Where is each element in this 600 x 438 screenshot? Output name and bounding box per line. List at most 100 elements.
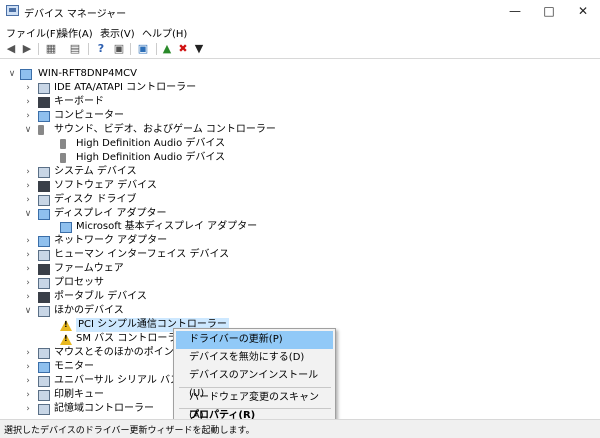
ide-controller-icon bbox=[38, 82, 50, 94]
chevron-down-icon[interactable]: ∨ bbox=[24, 123, 32, 137]
chevron-right-icon[interactable]: › bbox=[24, 290, 32, 304]
tree-category-row[interactable]: › プロセッサ bbox=[0, 276, 330, 290]
chevron-right-icon[interactable]: › bbox=[24, 193, 32, 207]
tree-item-label: システム デバイス bbox=[54, 165, 137, 177]
menu-separator bbox=[179, 387, 331, 388]
tree-item-label: 印刷キュー bbox=[54, 388, 104, 400]
tree-item-label: ほかのデバイス bbox=[54, 305, 124, 317]
firmware-icon bbox=[38, 264, 50, 276]
storage-controller-icon bbox=[38, 403, 50, 415]
tree-category-row[interactable]: › ファームウェア bbox=[0, 262, 330, 276]
tree-item-label: モニター bbox=[54, 360, 94, 372]
keyboard-icon bbox=[38, 96, 50, 108]
properties-icon[interactable]: ▤ bbox=[68, 42, 82, 56]
title-bar: デバイス マネージャー — □ ✕ bbox=[0, 0, 600, 22]
tree-category-row[interactable]: › システム デバイス bbox=[0, 165, 330, 179]
tree-category-row[interactable]: › ヒューマン インターフェイス デバイス bbox=[0, 248, 330, 262]
show-hide-tree-icon[interactable]: ▦ bbox=[44, 42, 58, 56]
tree-item-label: ファームウェア bbox=[54, 263, 124, 275]
toolbar-divider bbox=[156, 43, 157, 55]
toolbar-divider bbox=[88, 43, 89, 55]
other-device-icon bbox=[38, 306, 50, 318]
menu-disable-device[interactable]: デバイスを無効にする(D) bbox=[176, 349, 333, 367]
tree-root[interactable]: ∨ WIN-RFT8DNP4MCV bbox=[0, 67, 300, 81]
window-title: デバイス マネージャー bbox=[24, 9, 127, 20]
device-manager-icon bbox=[6, 5, 19, 16]
minimize-button[interactable]: — bbox=[498, 0, 532, 22]
display-adapter-icon bbox=[38, 208, 50, 220]
tree-item-label: ヒューマン インターフェイス デバイス bbox=[54, 249, 230, 261]
chevron-right-icon[interactable]: › bbox=[24, 346, 32, 360]
chevron-right-icon[interactable]: › bbox=[24, 248, 32, 262]
uninstall-icon[interactable]: ✖ bbox=[176, 42, 190, 56]
menu-scan-hardware[interactable]: ハードウェア変更のスキャン(A) bbox=[176, 389, 333, 421]
tree-child-row[interactable]: High Definition Audio デバイス bbox=[0, 137, 330, 151]
chevron-right-icon[interactable]: › bbox=[24, 179, 32, 193]
add-driver-icon[interactable]: ▲ bbox=[160, 42, 174, 56]
update-driver-icon[interactable]: ▼ bbox=[192, 42, 206, 56]
tree-root-label: WIN-RFT8DNP4MCV bbox=[38, 68, 137, 79]
menu-update-driver[interactable]: ドライバーの更新(P) bbox=[176, 331, 333, 349]
tree-item-label: コンピューター bbox=[54, 109, 124, 121]
menu-uninstall-device[interactable]: デバイスのアンインストール(U) bbox=[176, 367, 333, 399]
menu-view[interactable]: 表示(V) bbox=[100, 25, 135, 40]
menu-bar: ファイル(F) 操作(A) 表示(V) ヘルプ(H) bbox=[0, 22, 600, 40]
computer-icon bbox=[38, 110, 50, 122]
tree-category-row[interactable]: ∨ ほかのデバイス bbox=[0, 304, 330, 318]
toolbar: ◀ ▶ ▦ ▤ ? ▣ ▣ ▲ ✖ ▼ bbox=[0, 40, 600, 59]
tree-category-row[interactable]: ∨ サウンド、ビデオ、およびゲーム コントローラー bbox=[0, 123, 330, 137]
chevron-right-icon[interactable]: › bbox=[24, 165, 32, 179]
chevron-right-icon[interactable]: › bbox=[24, 276, 32, 290]
tree-category-row[interactable]: › ソフトウェア デバイス bbox=[0, 179, 330, 193]
tree-category-row[interactable]: › ディスク ドライブ bbox=[0, 193, 330, 207]
tree-item-label: ディスク ドライブ bbox=[54, 193, 137, 205]
toolbar-divider bbox=[38, 43, 39, 55]
chevron-right-icon[interactable]: › bbox=[24, 388, 32, 402]
tree-item-label: SM バス コントローラー bbox=[76, 333, 188, 345]
chevron-right-icon[interactable]: › bbox=[24, 81, 32, 95]
chevron-right-icon[interactable]: › bbox=[24, 374, 32, 388]
back-icon[interactable]: ◀ bbox=[4, 42, 18, 56]
tree-item-label: プロセッサ bbox=[54, 277, 104, 289]
forward-icon[interactable]: ▶ bbox=[20, 42, 34, 56]
computer-icon bbox=[20, 69, 32, 80]
tree-category-row[interactable]: › ネットワーク アダプター bbox=[0, 234, 330, 248]
tree-item-label: ネットワーク アダプター bbox=[54, 235, 168, 247]
tree-item-label: High Definition Audio デバイス bbox=[76, 137, 226, 149]
menu-action[interactable]: 操作(A) bbox=[58, 25, 93, 40]
chevron-right-icon[interactable]: › bbox=[24, 109, 32, 123]
processor-icon bbox=[38, 278, 50, 290]
menu-help[interactable]: ヘルプ(H) bbox=[142, 25, 187, 40]
tree-category-row[interactable]: › コンピューター bbox=[0, 109, 330, 123]
close-button[interactable]: ✕ bbox=[566, 0, 600, 22]
speaker-icon bbox=[60, 152, 66, 163]
help-icon[interactable]: ? bbox=[94, 42, 108, 56]
menu-file[interactable]: ファイル(F) bbox=[6, 25, 60, 40]
maximize-button[interactable]: □ bbox=[532, 0, 566, 22]
chevron-right-icon[interactable]: › bbox=[24, 95, 32, 109]
tree-item-label: High Definition Audio デバイス bbox=[76, 151, 226, 163]
context-menu: ドライバーの更新(P) デバイスを無効にする(D) デバイスのアンインストール(… bbox=[173, 328, 336, 423]
printer-icon bbox=[38, 389, 50, 401]
chevron-down-icon[interactable]: ∨ bbox=[24, 207, 32, 221]
view-icon[interactable]: ▣ bbox=[112, 42, 126, 56]
chevron-down-icon[interactable]: ∨ bbox=[24, 304, 32, 318]
tree-item-label: Microsoft 基本ディスプレイ アダプター bbox=[76, 221, 258, 233]
tree-category-row[interactable]: › IDE ATA/ATAPI コントローラー bbox=[0, 81, 330, 95]
tree-item-label: 記憶域コントローラー bbox=[54, 402, 154, 414]
usb-icon bbox=[38, 375, 50, 387]
tree-child-row[interactable]: High Definition Audio デバイス bbox=[0, 151, 330, 165]
portable-device-icon bbox=[38, 292, 50, 304]
chevron-right-icon[interactable]: › bbox=[24, 402, 32, 416]
tree-item-label: ディスプレイ アダプター bbox=[54, 207, 167, 219]
tree-category-row[interactable]: › ポータブル デバイス bbox=[0, 290, 330, 304]
tree-item-label: ポータブル デバイス bbox=[54, 291, 147, 303]
chevron-right-icon[interactable]: › bbox=[24, 262, 32, 276]
tree-child-row[interactable]: Microsoft 基本ディスプレイ アダプター bbox=[0, 220, 330, 234]
tree-category-row[interactable]: ∨ ディスプレイ アダプター bbox=[0, 207, 330, 221]
chevron-right-icon[interactable]: › bbox=[24, 360, 32, 374]
chevron-right-icon[interactable]: › bbox=[24, 234, 32, 248]
scan-hardware-icon[interactable]: ▣ bbox=[136, 42, 150, 56]
tree-category-row[interactable]: › キーボード bbox=[0, 95, 330, 109]
chevron-down-icon[interactable]: ∨ bbox=[8, 67, 16, 81]
